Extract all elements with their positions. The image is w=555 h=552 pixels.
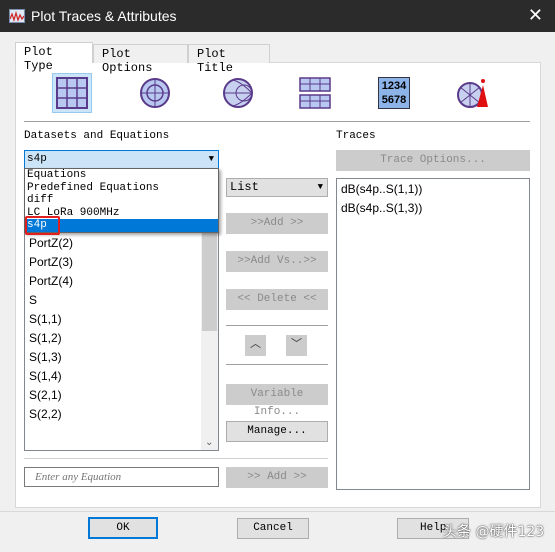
title-bar: Plot Traces & Attributes ✕ — [0, 0, 555, 32]
list-item[interactable]: S(1,1) — [25, 310, 218, 329]
tab-plot-title[interactable]: Plot Title — [188, 44, 270, 75]
polar-plot-icon[interactable] — [135, 73, 175, 113]
variable-info-button[interactable]: Variable Info... — [226, 384, 328, 418]
table-icon-text-bottom: 5678 — [381, 94, 407, 106]
list-item[interactable]: PortZ(3) — [25, 253, 218, 272]
manage-button[interactable]: Manage... — [226, 421, 328, 442]
table-icon-text-top: 1234 — [381, 80, 407, 92]
scroll-down-icon[interactable]: ⌄ — [205, 437, 213, 448]
chevron-up-icon: ︿ — [250, 339, 261, 351]
app-icon — [9, 9, 25, 23]
window-title: Plot Traces & Attributes — [31, 8, 177, 24]
tab-plot-options[interactable]: Plot Options — [93, 44, 188, 75]
traces-list[interactable]: dB(s4p..S(1,1)) dB(s4p..S(1,3)) — [336, 178, 530, 490]
divider — [0, 511, 555, 512]
add-equation-button[interactable]: >> Add >> — [226, 467, 328, 488]
add-button[interactable]: >>Add >> — [226, 213, 328, 234]
list-item[interactable]: S(1,2) — [25, 329, 218, 348]
list-item[interactable]: PortZ(4) — [25, 272, 218, 291]
highlight-box — [25, 216, 60, 235]
rectangular-grid-icon[interactable] — [52, 73, 92, 113]
equation-input[interactable] — [24, 467, 219, 487]
dataset-select-value: s4p — [27, 153, 47, 165]
add-vs-button[interactable]: >>Add Vs..>> — [226, 251, 328, 272]
view-mode-select[interactable]: List ▼ — [226, 178, 328, 197]
list-item[interactable]: S(1,3) — [25, 348, 218, 367]
dropdown-option[interactable]: Equations — [25, 169, 218, 182]
dataset-select[interactable]: s4p ▼ — [24, 150, 219, 169]
trace-item[interactable]: dB(s4p..S(1,3)) — [337, 199, 529, 218]
datasets-label: Datasets and Equations — [24, 130, 170, 142]
smith-chart-icon[interactable] — [218, 73, 258, 113]
trace-item[interactable]: dB(s4p..S(1,1)) — [337, 180, 529, 199]
list-item[interactable]: S — [25, 291, 218, 310]
delete-button[interactable]: << Delete << — [226, 289, 328, 310]
close-icon[interactable]: ✕ — [528, 5, 543, 26]
chevron-down-icon: ▼ — [317, 182, 323, 192]
divider — [226, 325, 328, 326]
traces-label: Traces — [336, 130, 376, 142]
list-item[interactable]: PortZ(2) — [25, 234, 218, 253]
divider — [24, 121, 530, 122]
dropdown-option[interactable]: diff — [25, 194, 218, 207]
data-table-icon[interactable]: 1234 5678 — [374, 73, 414, 113]
chevron-down-icon: ▼ — [208, 154, 214, 164]
antenna-plot-icon[interactable] — [453, 73, 493, 113]
divider — [226, 364, 328, 365]
stacked-rectangular-icon[interactable] — [295, 73, 335, 113]
ok-button[interactable]: OK — [88, 517, 158, 539]
move-up-button[interactable]: ︿ — [245, 335, 266, 356]
watermark: 头条 @硬件123 — [443, 524, 545, 540]
tab-plot-type[interactable]: Plot Type — [15, 42, 93, 73]
trace-options-button[interactable]: Trace Options... — [336, 150, 530, 171]
cancel-button[interactable]: Cancel — [237, 518, 309, 539]
view-mode-value: List — [230, 180, 259, 194]
list-item[interactable]: S(2,2) — [25, 405, 218, 424]
chevron-down-icon: ﹀ — [291, 339, 302, 351]
dropdown-option[interactable]: Predefined Equations — [25, 182, 218, 195]
list-item[interactable]: S(2,1) — [25, 386, 218, 405]
divider — [24, 458, 328, 459]
list-item[interactable]: S(1,4) — [25, 367, 218, 386]
move-down-button[interactable]: ﹀ — [286, 335, 307, 356]
